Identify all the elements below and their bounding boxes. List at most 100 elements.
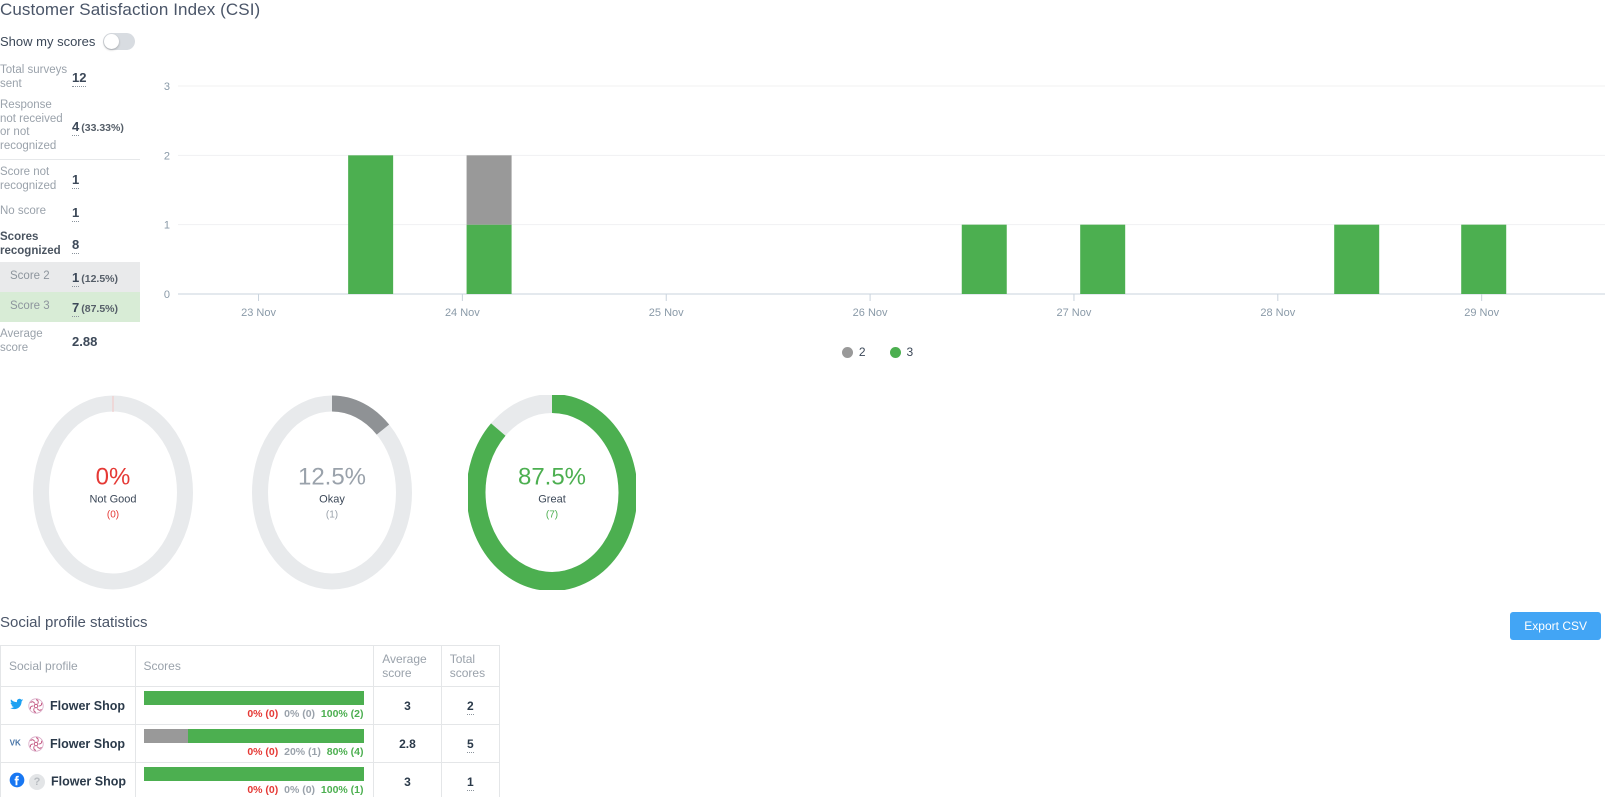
total-scores-value[interactable]: 1 <box>467 774 474 791</box>
stat-number[interactable]: 7 <box>72 299 80 317</box>
stat-label: Score 2 <box>10 270 50 283</box>
average-score-cell: 3 <box>373 686 442 725</box>
donut-not-good-svg <box>33 395 193 590</box>
profile-name[interactable]: Flower Shop <box>50 737 125 751</box>
table-header-row: Social profile Scores Average score Tota… <box>0 645 501 687</box>
avatar-placeholder-icon: ? <box>29 773 45 790</box>
avatar <box>28 697 44 714</box>
legend-item-score-3[interactable]: 3 <box>889 345 913 359</box>
stat-label: Scores recognized <box>0 231 61 257</box>
svg-text:0: 0 <box>164 289 170 301</box>
twitter-icon <box>9 697 24 715</box>
chart-legend: 2 3 <box>150 345 1605 359</box>
social-profile-statistics-title: Social profile statistics <box>0 614 148 631</box>
svg-text:23 Nov: 23 Nov <box>241 307 276 319</box>
column-header-average-score: Average score <box>373 645 442 687</box>
score-legend-bad: 0% (0) <box>247 746 279 758</box>
score-legend-great: 100% (2) <box>320 708 364 720</box>
score-legend-bad: 0% (0) <box>247 784 279 796</box>
legend-dot-score-2 <box>841 346 853 358</box>
score-distribution-legend: 0% (0) 0% (0) 100% (2) <box>144 708 364 720</box>
donut-not-good: 0% Not Good (0) <box>33 395 193 590</box>
bar-chart-svg: 0 1 2 3 23 Nov 24 Nov 25 Nov 26 Nov 27 Nov 28 Nov… <box>164 81 1605 319</box>
svg-text:25 Nov: 25 Nov <box>649 307 684 319</box>
scores-cell: 0% (0) 0% (0) 100% (1) <box>134 762 375 797</box>
total-scores-cell: 5 <box>440 724 501 763</box>
column-header-scores: Scores <box>134 645 375 687</box>
donut-great-svg <box>466 394 638 591</box>
column-header-total-scores: Total scores <box>440 645 501 687</box>
donut-okay: 12.5% Okay (1) <box>252 395 412 590</box>
table-row: ? Flower Shop 0% (0) 0% (0) 100% (1) 3 1 <box>0 762 501 797</box>
total-scores-value[interactable]: 5 <box>467 736 474 753</box>
stat-value: 1 <box>72 204 81 222</box>
legend-dot-score-3 <box>889 346 901 358</box>
stat-value: 8 <box>72 237 81 254</box>
score-legend-okay: 0% (0) <box>284 708 316 720</box>
stat-score-not-recognized: Score not recognized 1 <box>0 162 140 197</box>
scores-cell: 0% (0) 0% (0) 100% (2) <box>134 686 375 725</box>
legend-label-score-2: 2 <box>858 345 866 359</box>
social-profile-cell: ? Flower Shop <box>0 762 136 797</box>
total-scores-cell: 2 <box>440 686 501 725</box>
page-title: Customer Satisfaction Index (CSI) <box>0 0 261 19</box>
stat-number[interactable]: 8 <box>72 237 80 254</box>
avatar <box>28 735 44 752</box>
score-bar-okay <box>143 729 188 743</box>
donut-charts: 0% Not Good (0) 12.5% Okay (1) 87.5% Gre… <box>0 394 700 591</box>
svg-text:26 Nov: 26 Nov <box>853 307 888 319</box>
profile-name[interactable]: Flower Shop <box>51 775 126 789</box>
stat-value: 1 <box>72 172 81 189</box>
stat-label: No score <box>0 205 47 218</box>
stat-number[interactable]: 1 <box>72 269 80 287</box>
score-distribution-legend: 0% (0) 0% (0) 100% (1) <box>144 784 364 796</box>
stat-label: Score 3 <box>10 300 50 313</box>
average-score-cell: 3 <box>373 762 442 797</box>
show-my-scores-row: Show my scores <box>0 33 136 50</box>
stats-divider <box>0 159 140 160</box>
svg-text:28 Nov: 28 Nov <box>1260 307 1295 319</box>
score-distribution-bar <box>143 691 364 705</box>
score-legend-great: 100% (1) <box>320 784 364 796</box>
score-bar-great <box>187 729 364 743</box>
profile-name[interactable]: Flower Shop <box>50 699 125 713</box>
csi-dashboard: Customer Satisfaction Index (CSI) Show m… <box>0 0 1610 797</box>
stat-percent: (87.5%) <box>81 302 118 315</box>
legend-item-score-2[interactable]: 2 <box>841 345 866 359</box>
score-legend-okay: 20% (1) <box>284 746 321 758</box>
facebook-icon <box>9 772 25 791</box>
score-bar-great <box>143 767 364 781</box>
social-profile-cell: VK Flower Shop <box>0 724 136 763</box>
stat-label: Average score <box>0 328 43 354</box>
table-row: Flower Shop 0% (0) 0% (0) 100% (2) 3 2 <box>0 686 501 725</box>
score-bar-great <box>143 691 364 705</box>
stat-no-score: No score 1 <box>0 197 140 227</box>
stat-score-3: Score 3 7 (87.5%) <box>0 292 140 322</box>
stat-number[interactable]: 1 <box>72 204 80 222</box>
svg-text:24 Nov: 24 Nov <box>445 307 480 319</box>
total-scores-value[interactable]: 2 <box>467 698 474 715</box>
donut-great: 87.5% Great (7) <box>466 394 638 591</box>
column-header-social-profile: Social profile <box>0 645 136 687</box>
show-my-scores-toggle[interactable] <box>103 33 136 50</box>
stat-label: Score not recognized <box>0 166 57 192</box>
stat-scores-recognized: Scores recognized 8 <box>0 227 140 262</box>
export-csv-button[interactable]: Export CSV <box>1510 612 1601 640</box>
stat-value: 7 (87.5%) <box>72 299 118 317</box>
score-distribution-legend: 0% (0) 20% (1) 80% (4) <box>144 746 363 758</box>
donut-okay-svg <box>252 395 412 590</box>
stat-label: Total surveys sent <box>0 64 68 90</box>
toggle-knob <box>104 34 120 49</box>
scores-cell: 0% (0) 20% (1) 80% (4) <box>134 724 375 763</box>
stat-number[interactable]: 1 <box>72 172 80 189</box>
stat-score-2: Score 2 1 (12.5%) <box>0 262 140 292</box>
total-scores-cell: 1 <box>440 762 501 797</box>
svg-text:VK: VK <box>10 738 21 747</box>
table-row: VK Flower Shop 0% (0) 20% (1) 80% (4) 2.8 5 <box>0 724 501 763</box>
svg-text:1: 1 <box>164 220 170 232</box>
show-my-scores-label: Show my scores <box>0 34 96 49</box>
stat-number[interactable]: 12 <box>72 70 87 87</box>
stat-value: 4 (33.33%) <box>72 118 124 136</box>
stat-number[interactable]: 4 <box>72 118 80 136</box>
social-profile-table: Social profile Scores Average score Tota… <box>0 645 501 797</box>
